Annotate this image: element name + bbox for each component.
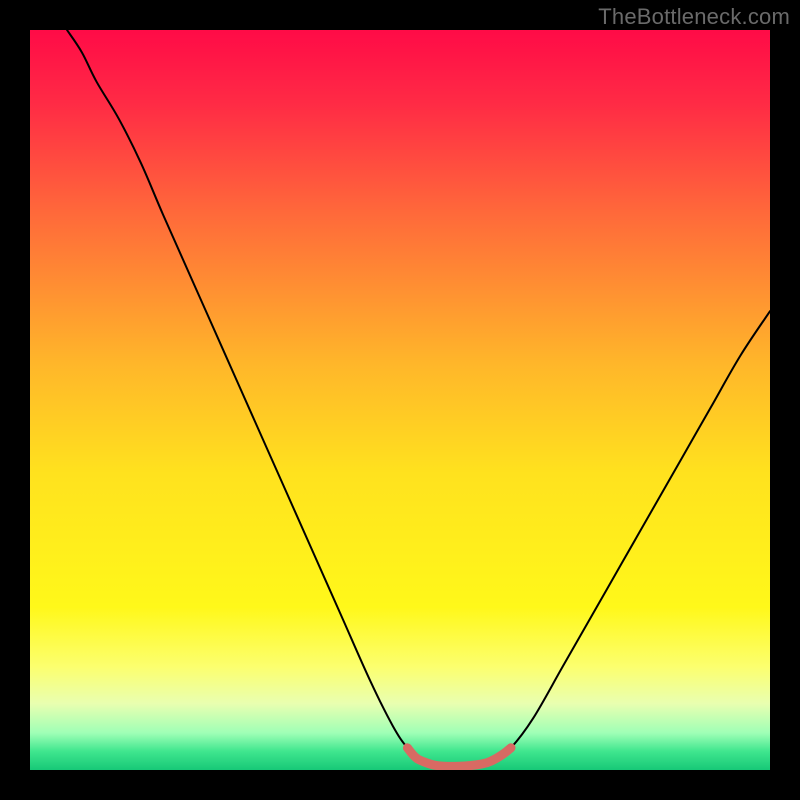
gradient-background [30,30,770,770]
chart-frame: TheBottleneck.com [0,0,800,800]
watermark-text: TheBottleneck.com [598,4,790,30]
bottleneck-chart [0,0,800,800]
